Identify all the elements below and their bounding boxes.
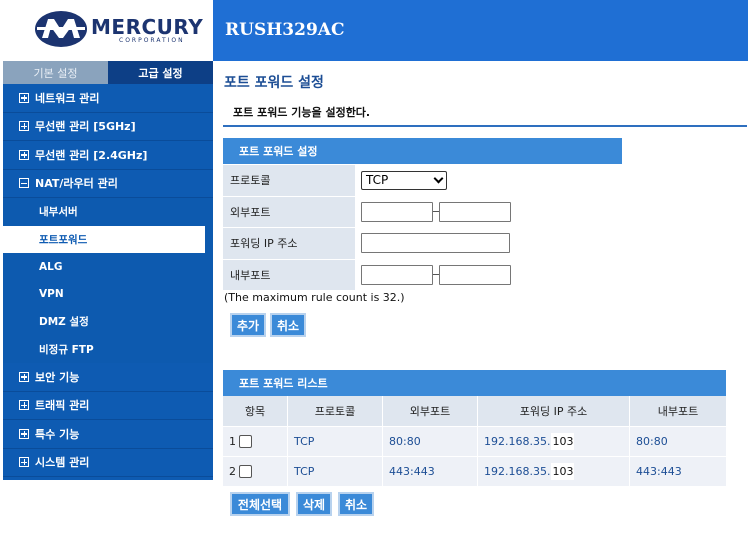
logo-area: MERCURY CORPORATION bbox=[0, 0, 213, 61]
model-name: RUSH329AC bbox=[225, 20, 345, 40]
list-header-row: 항목 프로토콜 외부포트 포워딩 IP 주소 내부포트 bbox=[223, 396, 726, 426]
form-cancel-button[interactable]: 취소 bbox=[270, 313, 306, 337]
chevron-down-icon bbox=[433, 173, 444, 184]
external-port-start-input[interactable] bbox=[361, 201, 433, 222]
expand-plus-icon bbox=[19, 371, 29, 382]
row-internal-port: 443:443 bbox=[630, 457, 726, 486]
sidebar-item-label: 트래픽 관리 bbox=[35, 399, 90, 413]
sidebar-nav: 네트워크 관리 무선랜 관리 [5GHz] 무선랜 관리 [2.4GHz] NA… bbox=[3, 84, 213, 477]
page-description: 포트 포워드 기능을 설정한다. bbox=[233, 106, 371, 119]
sidebar-item-label: NAT/라우터 관리 bbox=[35, 177, 118, 191]
expand-plus-icon bbox=[19, 457, 29, 468]
sidebar-item-label: 네트워크 관리 bbox=[35, 91, 100, 105]
port-forward-list: 항목 프로토콜 외부포트 포워딩 IP 주소 내부포트 1 TCP 80:80 … bbox=[223, 396, 726, 486]
port-forward-form: 프로토콜 TCP 외부포트 포워딩 IP 주소 내부포트 bbox=[223, 165, 622, 291]
table-row: 1 TCP 80:80 192.168.35. 103 80:80 bbox=[223, 426, 726, 456]
sidebar-item-label: 특수 기능 bbox=[35, 427, 80, 441]
expand-plus-icon bbox=[19, 92, 29, 103]
select-all-button[interactable]: 전체선택 bbox=[230, 492, 290, 516]
row-index-cell: 1 bbox=[223, 427, 288, 456]
collapse-minus-icon bbox=[19, 178, 29, 189]
row-external-port: 80:80 bbox=[383, 427, 478, 456]
sidebar-item-security[interactable]: 보안 기능 bbox=[3, 363, 213, 392]
col-header-external: 외부포트 bbox=[383, 396, 478, 426]
row-index: 2 bbox=[229, 465, 236, 478]
sidebar-item-label: 보안 기능 bbox=[35, 370, 80, 384]
row-external-port: 443:443 bbox=[383, 457, 478, 486]
row-ip-tail: 103 bbox=[551, 463, 575, 480]
protocol-select[interactable]: TCP bbox=[361, 170, 447, 190]
internal-port-label: 내부포트 bbox=[223, 259, 355, 290]
protocol-label: 프로토콜 bbox=[223, 165, 355, 196]
expand-plus-icon bbox=[19, 149, 29, 160]
expand-plus-icon bbox=[19, 121, 29, 132]
tab-advanced-settings[interactable]: 고급 설정 bbox=[108, 61, 213, 84]
nat-submenu: 내부서버 포트포워드 ALG VPN DMZ 설정 비정규 FTP bbox=[3, 198, 213, 363]
row-internal-port: 80:80 bbox=[630, 427, 726, 456]
forward-ip-input[interactable] bbox=[361, 233, 510, 254]
row-checkbox[interactable] bbox=[239, 465, 252, 478]
description-bar: 포트 포워드 기능을 설정한다. bbox=[223, 99, 747, 127]
row-ip-tail: 103 bbox=[551, 433, 575, 450]
ip-label: 포워딩 IP 주소 bbox=[223, 228, 355, 259]
sidebar-tabs: 기본 설정 고급 설정 bbox=[3, 61, 213, 84]
tab-basic-settings[interactable]: 기본 설정 bbox=[3, 61, 108, 84]
col-header-index: 항목 bbox=[223, 396, 288, 426]
brand-sub: CORPORATION bbox=[119, 37, 185, 44]
sidebar-item-traffic[interactable]: 트래픽 관리 bbox=[3, 392, 213, 420]
sidebar-subitem-port-forward[interactable]: 포트포워드 bbox=[3, 225, 205, 253]
col-header-protocol: 프로토콜 bbox=[288, 396, 383, 426]
ip-row: 포워딩 IP 주소 bbox=[223, 228, 622, 260]
sidebar-item-wireless-5ghz[interactable]: 무선랜 관리 [5GHz] bbox=[3, 113, 213, 141]
row-protocol: TCP bbox=[288, 427, 383, 456]
expand-plus-icon bbox=[19, 400, 29, 411]
protocol-row: 프로토콜 TCP bbox=[223, 165, 622, 197]
sidebar-item-network[interactable]: 네트워크 관리 bbox=[3, 84, 213, 113]
row-index-cell: 2 bbox=[223, 457, 288, 486]
mercury-logo-icon bbox=[35, 11, 87, 47]
brand-name: MERCURY bbox=[91, 15, 204, 39]
list-section-header: 포트 포워드 리스트 bbox=[223, 370, 726, 398]
row-ip: 192.168.35. 103 bbox=[478, 457, 630, 486]
sidebar-subitem-internal-server[interactable]: 내부서버 bbox=[3, 198, 213, 226]
form-section-header: 포트 포워드 설정 bbox=[223, 138, 622, 166]
expand-plus-icon bbox=[19, 428, 29, 439]
sidebar-item-special[interactable]: 특수 기능 bbox=[3, 420, 213, 449]
sidebar-subitem-alg[interactable]: ALG bbox=[3, 253, 213, 281]
external-port-row: 외부포트 bbox=[223, 196, 622, 228]
sidebar-item-nat-router[interactable]: NAT/라우터 관리 bbox=[3, 170, 213, 198]
row-index: 1 bbox=[229, 435, 236, 448]
list-cancel-button[interactable]: 취소 bbox=[338, 492, 374, 516]
protocol-select-value: TCP bbox=[366, 173, 389, 188]
delete-button[interactable]: 삭제 bbox=[296, 492, 332, 516]
top-bar: RUSH329AC bbox=[213, 0, 748, 61]
internal-port-start-input[interactable] bbox=[361, 264, 433, 285]
row-protocol: TCP bbox=[288, 457, 383, 486]
row-ip-prefix: 192.168.35. bbox=[484, 465, 551, 478]
sidebar-item-label: 무선랜 관리 [5GHz] bbox=[35, 120, 136, 134]
max-rule-note: (The maximum rule count is 32.) bbox=[224, 291, 405, 304]
add-button[interactable]: 추가 bbox=[230, 313, 266, 337]
row-ip-prefix: 192.168.35. bbox=[484, 435, 551, 448]
sidebar: 기본 설정 고급 설정 네트워크 관리 무선랜 관리 [5GHz] 무선랜 관리… bbox=[3, 61, 213, 480]
sidebar-item-wireless-24ghz[interactable]: 무선랜 관리 [2.4GHz] bbox=[3, 141, 213, 170]
sidebar-subitem-dmz[interactable]: DMZ 설정 bbox=[3, 308, 213, 336]
external-port-end-input[interactable] bbox=[439, 201, 511, 222]
page-title: 포트 포워드 설정 bbox=[224, 75, 324, 91]
internal-port-row: 내부포트 bbox=[223, 259, 622, 291]
sidebar-item-system[interactable]: 시스템 관리 bbox=[3, 449, 213, 477]
col-header-internal: 내부포트 bbox=[630, 396, 726, 426]
table-row: 2 TCP 443:443 192.168.35. 103 443:443 bbox=[223, 456, 726, 486]
row-ip: 192.168.35. 103 bbox=[478, 427, 630, 456]
col-header-ip: 포워딩 IP 주소 bbox=[478, 396, 630, 426]
sidebar-subitem-vpn[interactable]: VPN bbox=[3, 281, 213, 309]
row-checkbox[interactable] bbox=[239, 435, 252, 448]
sidebar-item-label: 무선랜 관리 [2.4GHz] bbox=[35, 148, 148, 162]
sidebar-item-label: 시스템 관리 bbox=[35, 456, 90, 470]
internal-port-end-input[interactable] bbox=[439, 264, 511, 285]
external-port-label: 외부포트 bbox=[223, 196, 355, 227]
sidebar-subitem-ftp[interactable]: 비정규 FTP bbox=[3, 336, 213, 364]
